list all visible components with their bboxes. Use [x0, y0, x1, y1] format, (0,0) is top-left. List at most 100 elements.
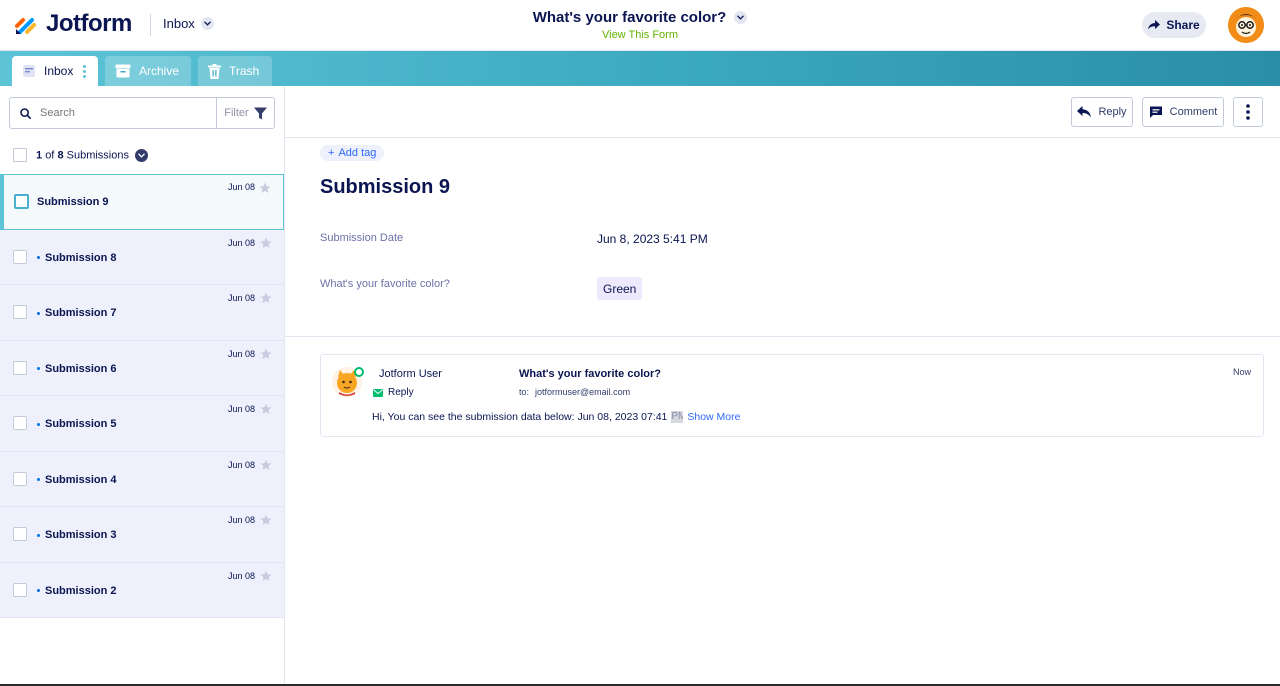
share-label: Share — [1166, 18, 1200, 32]
star-icon[interactable] — [260, 348, 272, 360]
unread-dot-icon — [37, 478, 40, 481]
email-reply-label: Reply — [388, 387, 414, 398]
unread-dot-icon — [37, 422, 40, 426]
share-button[interactable]: Share — [1142, 12, 1206, 38]
submission-checkbox[interactable] — [14, 194, 29, 209]
online-status-icon — [354, 367, 364, 377]
comment-label: Comment — [1169, 106, 1218, 118]
star-icon[interactable] — [260, 514, 272, 526]
list-item[interactable]: Submission 2 Jun 08 — [0, 562, 284, 618]
submission-list: Submission 9 Jun 08 Submission 8 Jun 08 … — [0, 174, 284, 618]
tab-options-icon[interactable] — [83, 64, 87, 78]
submission-checkbox[interactable] — [13, 416, 27, 430]
list-item[interactable]: Submission 9 Jun 08 — [0, 174, 284, 230]
count-of: of — [45, 148, 55, 161]
form-title-selector[interactable]: What's your favorite color? — [533, 9, 748, 26]
submission-title-text: Submission 8 — [45, 251, 117, 264]
more-options-button[interactable] — [1233, 97, 1263, 127]
email-recipient: to: jotformuser@email.com — [519, 387, 630, 397]
submission-title-text: Submission 9 — [37, 196, 109, 208]
submission-checkbox[interactable] — [13, 527, 27, 541]
add-tag-label: Add tag — [338, 147, 377, 159]
submission-date: Jun 08 — [227, 515, 255, 525]
view-form-link[interactable]: View This Form — [0, 29, 1280, 41]
submission-date: Jun 08 — [227, 570, 255, 581]
select-all-checkbox[interactable] — [13, 148, 27, 162]
form-title: What's your favorite color? — [532, 9, 727, 26]
submission-date: Jun 08 — [227, 459, 255, 470]
share-arrow-icon — [1148, 20, 1161, 30]
filter-button[interactable]: Filter — [216, 98, 274, 128]
tab-trash-label: Trash — [229, 64, 260, 78]
email-notification-card[interactable]: Jotform User Reply What's your favorite … — [320, 354, 1264, 437]
submission-checkbox[interactable] — [13, 360, 27, 375]
submission-date: Jun 08 — [227, 182, 255, 192]
submission-title-text: Submission 2 — [45, 584, 117, 597]
unread-dot-icon — [37, 256, 40, 259]
submission-title: Submission 5 — [37, 418, 117, 430]
list-item[interactable]: Submission 3 Jun 08 — [0, 507, 284, 563]
star-icon[interactable] — [260, 292, 272, 304]
star-icon[interactable] — [260, 403, 272, 415]
tab-archive[interactable]: Archive — [105, 56, 191, 86]
add-tag-button[interactable]: + Add tag — [320, 145, 385, 161]
email-body: Hi, You can see the submission data belo… — [372, 411, 740, 423]
submission-title-text: Submission 5 — [45, 418, 117, 430]
submission-checkbox[interactable] — [13, 582, 27, 597]
tab-trash[interactable]: Trash — [198, 56, 272, 86]
submission-count[interactable]: 1 of 8 Submissions — [36, 148, 149, 162]
submission-title-text: Submission 6 — [45, 362, 117, 375]
submission-title-text: Submission 7 — [45, 307, 117, 319]
email-reply-link[interactable]: Reply — [373, 387, 414, 398]
submission-title: Submission 2 — [37, 585, 117, 597]
archive-icon — [115, 64, 131, 78]
submission-date: Jun 08 — [227, 404, 255, 414]
email-subject: What's your favorite color? — [519, 368, 661, 380]
inbox-icon — [23, 65, 35, 77]
email-to-label: to: — [519, 387, 530, 397]
star-icon[interactable] — [260, 459, 272, 471]
show-more-link[interactable]: Show More — [687, 411, 740, 423]
submission-checkbox[interactable] — [13, 471, 27, 486]
field-value-favorite-color: Green — [597, 277, 643, 300]
submission-title: Submission 7 — [37, 307, 117, 319]
search-input[interactable] — [40, 107, 210, 119]
submission-checkbox[interactable] — [13, 249, 27, 264]
submission-title: Submission 6 — [37, 363, 117, 375]
reply-button[interactable]: Reply — [1071, 97, 1133, 127]
star-icon[interactable] — [260, 570, 272, 582]
list-item[interactable]: Submission 6 Jun 08 — [0, 340, 284, 396]
tab-inbox[interactable]: Inbox — [12, 56, 98, 86]
tab-strip: Inbox Archive Trash — [0, 51, 1280, 86]
mail-icon — [373, 388, 383, 397]
submission-title-heading: Submission 9 — [320, 176, 451, 198]
list-item[interactable]: Submission 8 Jun 08 — [0, 229, 284, 285]
email-to-address: jotformuser@email.com — [535, 387, 631, 397]
section-divider — [285, 336, 1280, 337]
star-icon[interactable] — [260, 237, 272, 249]
top-bar: Jotform Inbox What's your favorite color… — [0, 0, 1280, 51]
list-item[interactable]: Submission 4 Jun 08 — [0, 451, 284, 507]
form-title-block: What's your favorite color? View This Fo… — [0, 9, 1280, 41]
reply-label: Reply — [1098, 106, 1127, 118]
comment-button[interactable]: Comment — [1142, 97, 1224, 127]
user-avatar[interactable] — [1228, 7, 1264, 43]
list-item[interactable]: Submission 7 Jun 08 — [0, 285, 284, 341]
plus-icon: + — [328, 147, 335, 159]
reply-arrow-icon — [1077, 106, 1092, 118]
unread-dot-icon — [37, 589, 40, 592]
field-value-submission-date: Jun 8, 2023 5:41 PM — [597, 232, 708, 246]
tab-inbox-label: Inbox — [44, 64, 74, 78]
submission-checkbox[interactable] — [13, 305, 27, 319]
chevron-down-icon — [135, 148, 149, 162]
search-box: Filter — [9, 97, 275, 129]
list-item[interactable]: Submission 5 Jun 08 — [0, 396, 284, 452]
unread-dot-icon — [37, 533, 40, 537]
tab-archive-label: Archive — [139, 64, 180, 78]
star-icon[interactable] — [259, 182, 271, 194]
comment-icon — [1149, 106, 1162, 118]
email-body-text: Hi, You can see the submission data belo… — [372, 411, 668, 423]
chevron-down-icon — [734, 11, 748, 24]
field-label-favorite-color: What's your favorite color? — [320, 278, 450, 290]
unread-dot-icon — [37, 367, 40, 370]
